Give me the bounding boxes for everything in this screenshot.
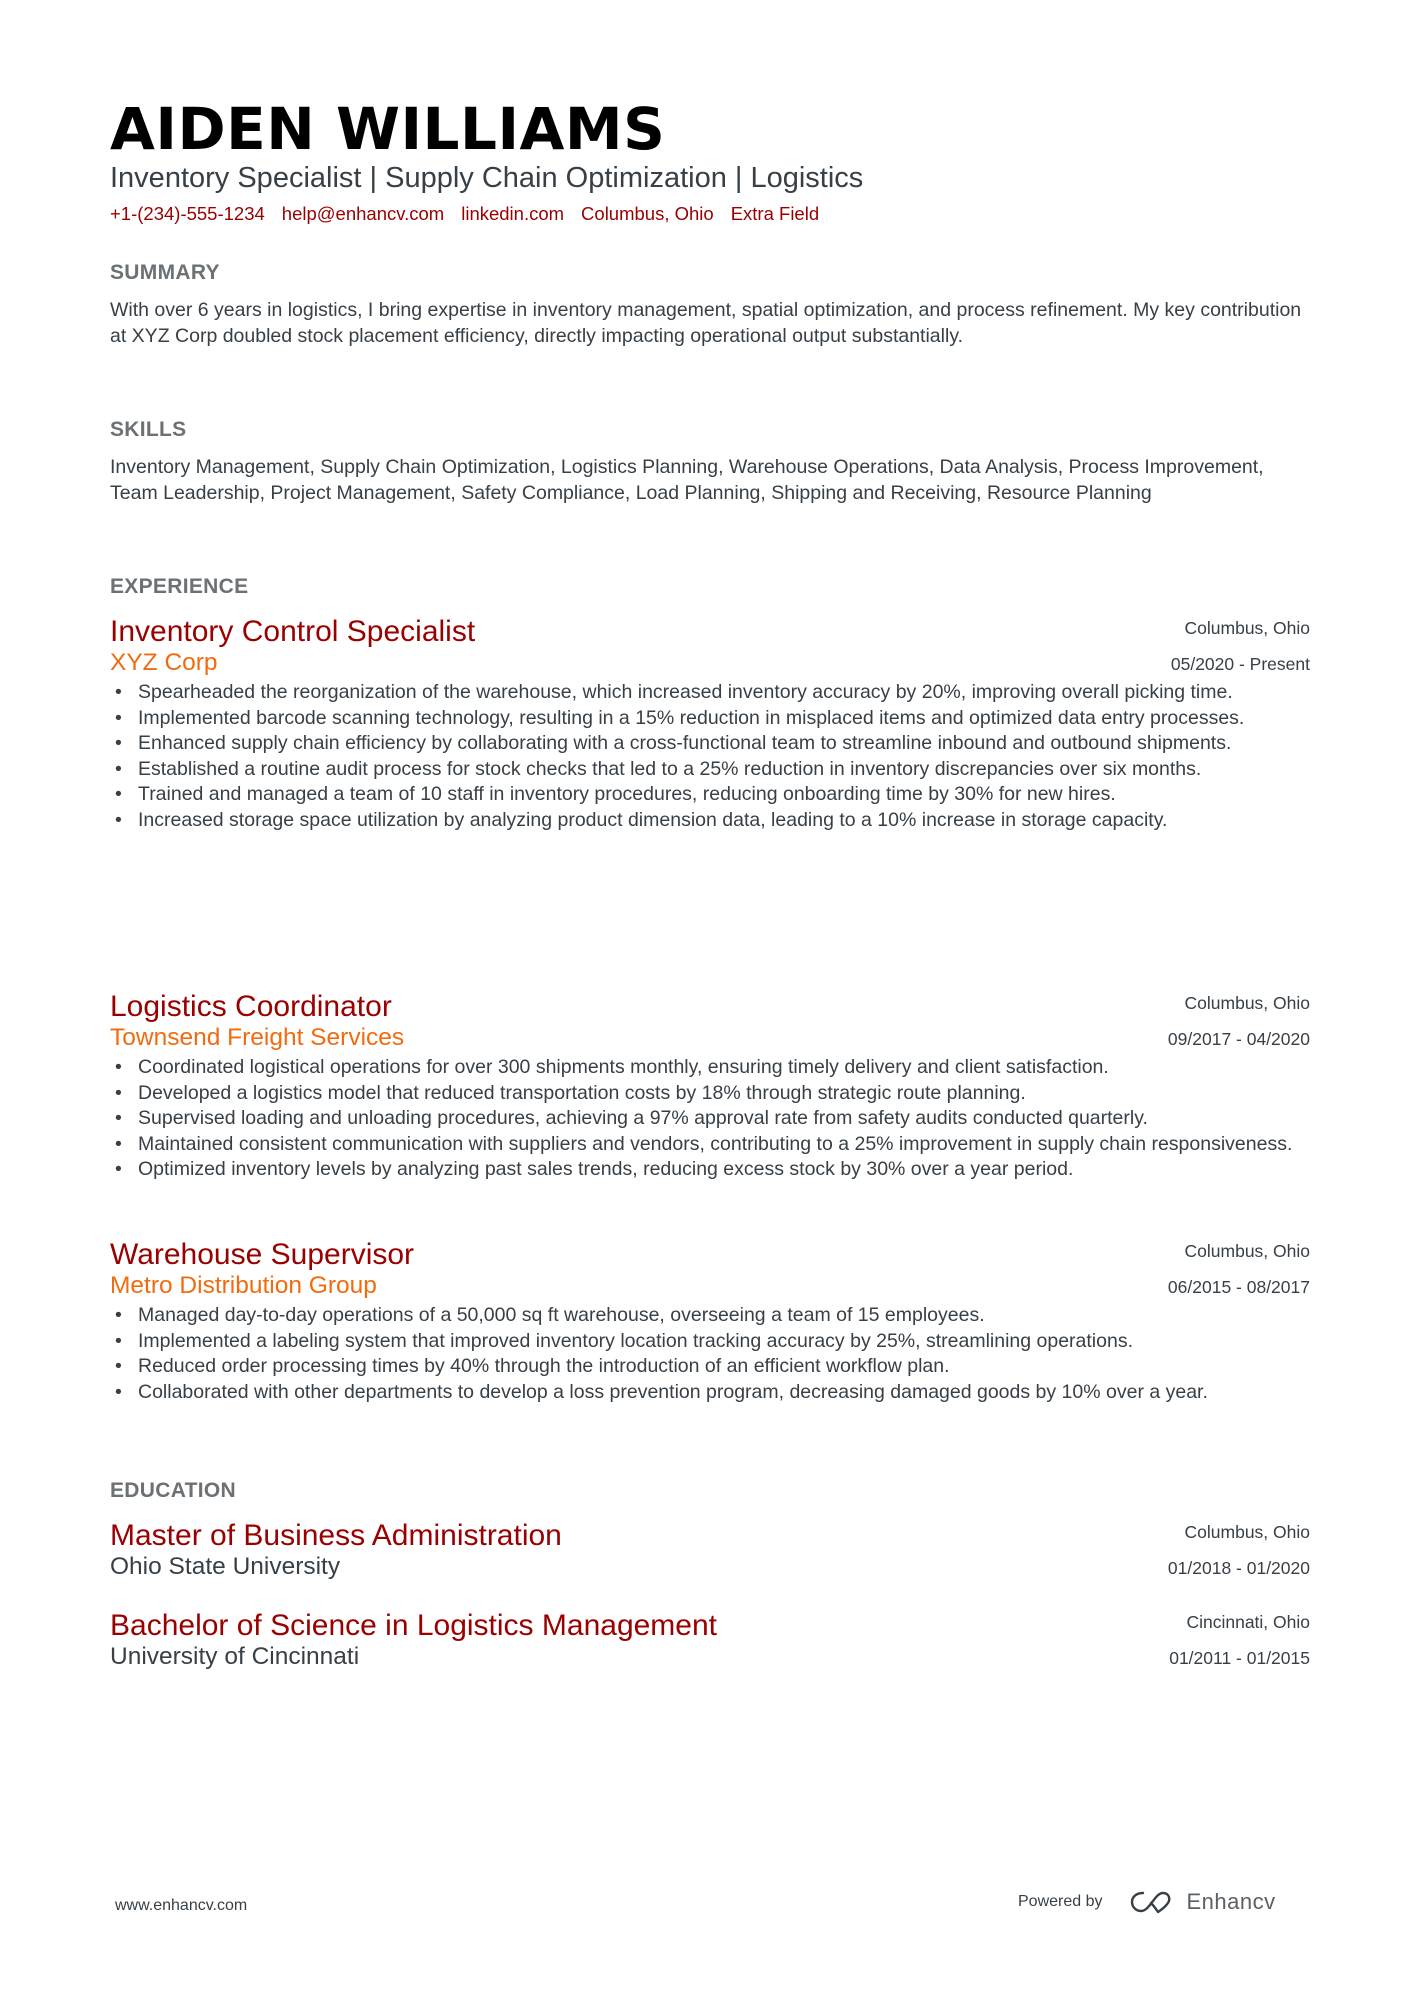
enhancv-brand-name: Enhancv: [1186, 1889, 1276, 1914]
bullet-item: Enhanced supply chain efficiency by coll…: [110, 731, 1310, 757]
company-name: Metro Distribution Group: [110, 1272, 377, 1299]
contact-location: Columbus, Ohio: [581, 203, 714, 224]
footer-branding: Powered by Enhancv: [1018, 1889, 1276, 1915]
job-title: Inventory Control Specialist: [110, 615, 476, 648]
skills-heading: SKILLS: [110, 418, 187, 441]
job-dates: 09/2017 - 04/2020: [1167, 1029, 1310, 1049]
school-dates: 01/2011 - 01/2015: [1169, 1648, 1310, 1668]
bullet-item: Maintained consistent communication with…: [110, 1132, 1310, 1158]
bullet-item: Spearheaded the reorganization of the wa…: [110, 680, 1310, 706]
experience-heading: EXPERIENCE: [110, 575, 249, 598]
job-location: Columbus, Ohio: [1184, 993, 1310, 1013]
contact-email[interactable]: help@enhancv.com: [282, 203, 444, 224]
school-location: Columbus, Ohio: [1184, 1522, 1310, 1542]
bullet-item: Increased storage space utilization by a…: [110, 808, 1310, 834]
company-name: XYZ Corp: [110, 649, 218, 676]
contact-phone[interactable]: +1-(234)-555-1234: [110, 203, 265, 224]
degree-title: Master of Business Administration: [110, 1519, 562, 1552]
bullet-item: Optimized inventory levels by analyzing …: [110, 1157, 1310, 1183]
bullet-item: Coordinated logistical operations for ov…: [110, 1055, 1310, 1081]
bullet-item: Reduced order processing times by 40% th…: [110, 1354, 1310, 1380]
job-title: Logistics Coordinator: [110, 990, 392, 1023]
job-bullets: Coordinated logistical operations for ov…: [110, 1055, 1310, 1183]
job-location: Columbus, Ohio: [1184, 1241, 1310, 1261]
bullet-item: Managed day-to-day operations of a 50,00…: [110, 1303, 1310, 1329]
summary-heading: SUMMARY: [110, 261, 220, 284]
bullet-item: Established a routine audit process for …: [110, 757, 1310, 783]
education-heading: EDUCATION: [110, 1479, 236, 1502]
contact-linkedin[interactable]: linkedin.com: [461, 203, 564, 224]
contact-line: +1-(234)-555-1234 help@enhancv.com linkedi…: [110, 202, 836, 226]
bullet-item: Implemented a labeling system that impro…: [110, 1329, 1310, 1355]
footer-website[interactable]: www.enhancv.com: [115, 1897, 247, 1915]
school-name: University of Cincinnati: [110, 1643, 360, 1670]
job-bullets: Managed day-to-day operations of a 50,00…: [110, 1303, 1310, 1405]
bullet-item: Developed a logistics model that reduced…: [110, 1081, 1310, 1107]
contact-extra-field: Extra Field: [730, 203, 820, 224]
school-location: Cincinnati, Ohio: [1186, 1612, 1310, 1632]
bullet-item: Supervised loading and unloading procedu…: [110, 1106, 1310, 1132]
summary-text: With over 6 years in logistics, I bring …: [110, 299, 1302, 347]
school-dates: 01/2018 - 01/2020: [1167, 1558, 1310, 1578]
job-location: Columbus, Ohio: [1184, 618, 1310, 638]
candidate-name: AIDEN WILLIAMS: [110, 95, 666, 163]
job-title: Warehouse Supervisor: [110, 1238, 415, 1271]
degree-title: Bachelor of Science in Logistics Managem…: [110, 1609, 718, 1642]
school-name: Ohio State University: [110, 1553, 341, 1580]
job-bullets: Spearheaded the reorganization of the wa…: [110, 680, 1310, 834]
job-dates: 06/2015 - 08/2017: [1167, 1277, 1310, 1297]
job-dates: 05/2020 - Present: [1170, 654, 1310, 674]
skills-text: Inventory Management, Supply Chain Optim…: [110, 456, 1264, 504]
enhancv-logo-icon: [1130, 1891, 1170, 1914]
bullet-item: Trained and managed a team of 10 staff i…: [110, 782, 1310, 808]
powered-by-label: Powered by: [1018, 1893, 1103, 1910]
bullet-item: Implemented barcode scanning technology,…: [110, 706, 1310, 732]
candidate-headline: Inventory Specialist | Supply Chain Opti…: [110, 162, 864, 194]
bullet-item: Collaborated with other departments to d…: [110, 1380, 1310, 1406]
company-name: Townsend Freight Services: [110, 1024, 405, 1051]
